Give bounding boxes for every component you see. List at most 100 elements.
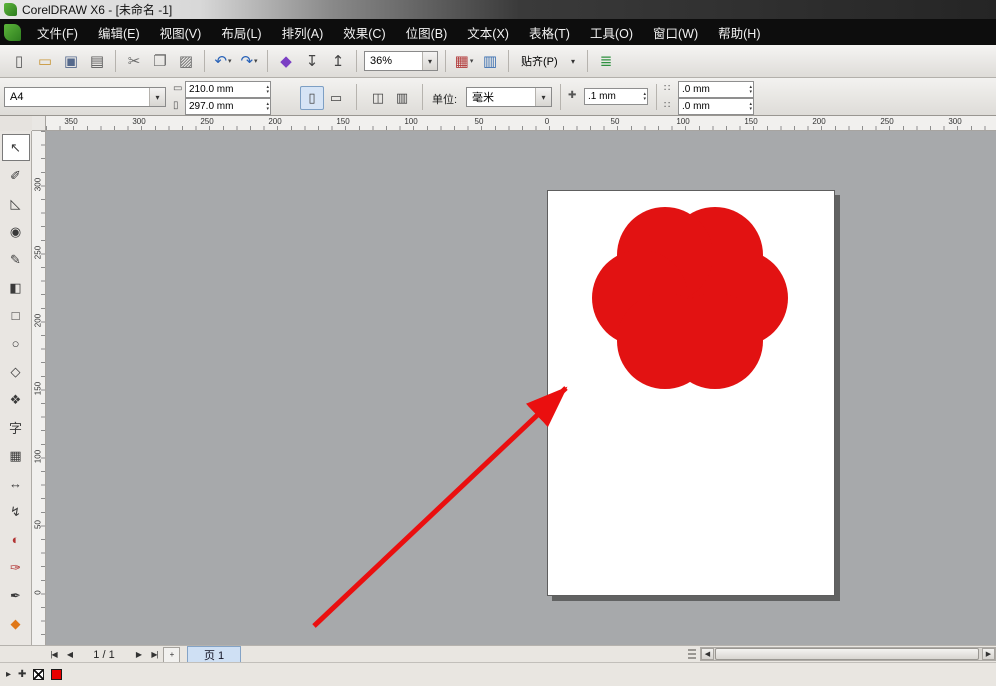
all-pages-button[interactable]: ◫ — [366, 86, 390, 110]
menu-item-help[interactable]: 帮助(H) — [708, 18, 770, 47]
horizontal-scrollbar[interactable]: ◀ ▶ — [700, 647, 996, 661]
duplicate-x-icon: ∷ — [664, 84, 670, 94]
rectangle-tool[interactable]: □ — [2, 302, 30, 329]
duplicate-y-field[interactable]: .0 mm ▴▾ — [678, 98, 754, 115]
current-page-button[interactable]: ▥ — [390, 86, 414, 110]
ruler-mark: 250 — [200, 117, 213, 126]
menu-item-bitmaps[interactable]: 位图(B) — [396, 18, 458, 47]
scroll-right-icon[interactable]: ▶ — [982, 648, 995, 660]
paste-icon: ▨ — [179, 54, 193, 69]
menu-item-file[interactable]: 文件(F) — [27, 18, 88, 47]
ruler-mark: 250 — [880, 117, 893, 126]
crop-tool[interactable]: ◺ — [2, 190, 30, 217]
cut-button[interactable]: ✂ — [122, 49, 146, 73]
undo-button[interactable]: ↶▾ — [211, 49, 235, 73]
smart-fill-tool-icon: ◧ — [9, 280, 21, 296]
menu-item-table[interactable]: 表格(T) — [519, 18, 580, 47]
redo-button[interactable]: ↷▾ — [237, 49, 261, 73]
ruler-mark: 300 — [132, 117, 145, 126]
propbar-separator — [656, 84, 657, 110]
zoom-tool[interactable]: ◉ — [2, 218, 30, 245]
shape-tool[interactable]: ✐ — [2, 162, 30, 189]
no-fill-swatch[interactable] — [33, 669, 44, 680]
drawing-canvas[interactable] — [46, 131, 996, 645]
spinner-icon[interactable]: ▴▾ — [266, 102, 269, 112]
menu-item-window[interactable]: 窗口(W) — [643, 18, 708, 47]
snap-to-select[interactable]: 贴齐(P)▾ — [516, 51, 580, 71]
spinner-icon[interactable]: ▴▾ — [749, 102, 752, 112]
export-button[interactable]: ↥ — [326, 49, 350, 73]
table-tool[interactable]: ▦ — [2, 442, 30, 469]
paper-height-field[interactable]: 297.0 mm ▴▾ — [185, 98, 271, 115]
paper-width-field[interactable]: 210.0 mm ▴▾ — [185, 81, 271, 98]
blend-tool[interactable]: ◐ — [2, 526, 30, 553]
portrait-button[interactable]: ▯ — [300, 86, 324, 110]
color-eyedropper-tool[interactable]: ✑ — [2, 554, 30, 581]
print-button[interactable]: ▤ — [85, 49, 109, 73]
menu-item-edit[interactable]: 编辑(E) — [88, 18, 150, 47]
spinner-icon[interactable]: ▴▾ — [749, 85, 752, 95]
scrollbar-thumb[interactable] — [715, 648, 979, 660]
duplicate-x-field[interactable]: .0 mm ▴▾ — [678, 81, 754, 98]
crosshair-icon[interactable]: ✚ — [18, 669, 26, 680]
landscape-icon: ▭ — [330, 90, 342, 106]
pick-tool[interactable]: ↖ — [2, 134, 30, 161]
new-document-button[interactable]: ▯ — [7, 49, 31, 73]
menu-item-text[interactable]: 文本(X) — [457, 18, 519, 47]
units-select[interactable]: 毫米 ▾ — [466, 87, 552, 107]
paste-button[interactable]: ▨ — [174, 49, 198, 73]
outline-pen-tool[interactable]: ✒ — [2, 582, 30, 609]
scroll-left-icon[interactable]: ◀ — [701, 648, 714, 660]
menu-item-layout[interactable]: 布局(L) — [211, 18, 271, 47]
play-icon[interactable]: ▸ — [6, 669, 11, 680]
save-button[interactable]: ▣ — [59, 49, 83, 73]
previous-page-button[interactable]: ◀ — [62, 648, 77, 662]
menu-item-arrange[interactable]: 排列(A) — [272, 18, 334, 47]
spinner-icon[interactable]: ▴▾ — [643, 92, 646, 102]
pane-splitter[interactable] — [688, 649, 696, 660]
ruler-origin[interactable] — [32, 116, 46, 131]
toolbar-separator — [445, 50, 446, 72]
dimension-tool[interactable]: ↔ — [2, 470, 30, 497]
options-button[interactable]: ≣ — [594, 49, 618, 73]
copy-button[interactable]: ❐ — [148, 49, 172, 73]
propbar-separator — [422, 84, 423, 110]
first-page-button[interactable]: |◀ — [46, 648, 61, 662]
application-launcher-button[interactable]: ◆ — [274, 49, 298, 73]
import-button[interactable]: ↧ — [300, 49, 324, 73]
last-page-button[interactable]: ▶| — [147, 648, 162, 662]
nudge-field[interactable]: .1 mm ▴▾ — [584, 88, 648, 105]
landscape-button[interactable]: ▭ — [324, 86, 348, 110]
zoom-level-select[interactable]: 36%▾ — [364, 51, 438, 71]
red-color-swatch[interactable] — [51, 669, 62, 680]
text-tool[interactable]: 字 — [2, 414, 30, 441]
add-page-button[interactable]: + — [163, 647, 180, 663]
menu-bar: 文件(F)编辑(E)视图(V)布局(L)排列(A)效果(C)位图(B)文本(X)… — [0, 19, 996, 45]
open-button[interactable]: ▭ — [33, 49, 57, 73]
ellipse-tool[interactable]: ○ — [2, 330, 30, 357]
menu-item-view[interactable]: 视图(V) — [150, 18, 212, 47]
menu-item-tools[interactable]: 工具(O) — [580, 18, 643, 47]
vertical-ruler[interactable]: 300250200150100500 — [32, 131, 46, 645]
connector-tool[interactable]: ↯ — [2, 498, 30, 525]
duplicate-y-icon: ∷ — [664, 101, 670, 111]
page-tab[interactable]: 页 1 — [187, 646, 241, 663]
next-page-button[interactable]: ▶ — [131, 648, 146, 662]
menu-item-effects[interactable]: 效果(C) — [333, 18, 395, 47]
freehand-tool[interactable]: ✎ — [2, 246, 30, 273]
view-navigator-button[interactable]: ▥ — [478, 49, 502, 73]
new-document-icon: ▯ — [15, 54, 23, 69]
fill-tool[interactable]: ◆ — [2, 610, 30, 637]
smart-fill-tool[interactable]: ◧ — [2, 274, 30, 301]
ruler-mark: 50 — [475, 117, 484, 126]
polygon-tool[interactable]: ◇ — [2, 358, 30, 385]
page-indicator: 1 / 1 — [78, 649, 130, 661]
all-pages-icon: ◫ — [372, 90, 384, 106]
full-screen-preview-button[interactable]: ▦▾ — [452, 49, 476, 73]
zoom-level-value: 36% — [370, 55, 392, 67]
basic-shapes-tool[interactable]: ❖ — [2, 386, 30, 413]
spinner-icon[interactable]: ▴▾ — [266, 85, 269, 95]
horizontal-ruler[interactable]: 35030025020015010050050100150200250300 — [46, 116, 996, 131]
paper-size-select[interactable]: A4 ▾ — [4, 87, 166, 107]
drawing-page[interactable] — [547, 190, 835, 596]
